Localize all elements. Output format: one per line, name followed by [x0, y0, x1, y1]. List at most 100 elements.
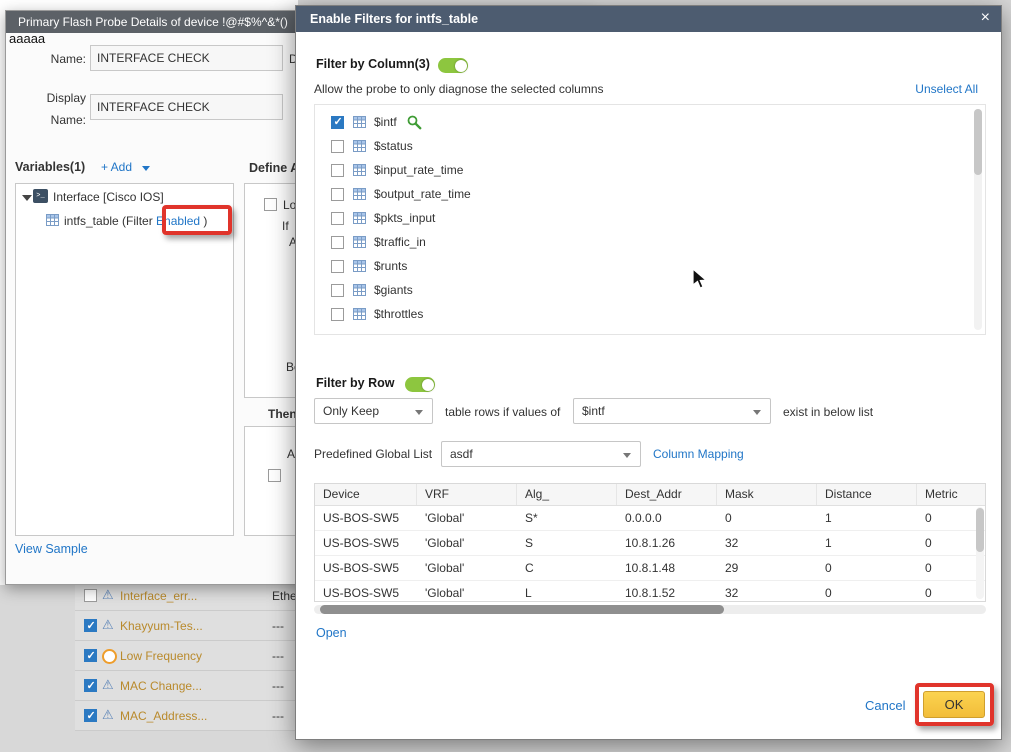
alert-interface-value: --- — [272, 679, 284, 693]
add-variable-button[interactable]: + Add — [101, 160, 132, 174]
alert-type-icon — [102, 617, 118, 633]
filter-by-row-heading: Filter by Row — [316, 376, 394, 390]
column-checkbox[interactable] — [331, 164, 344, 177]
scrollbar-thumb[interactable] — [976, 508, 984, 552]
alert-row[interactable]: Low Frequency --- — [75, 641, 305, 671]
column-filter-row[interactable]: $pkts_input — [315, 206, 985, 230]
scrollbar-thumb[interactable] — [974, 109, 982, 175]
table-cell: 'Global' — [417, 581, 517, 602]
alert-checkbox[interactable] — [84, 589, 97, 602]
table-icon — [46, 214, 59, 229]
then-label: Then — [268, 407, 297, 421]
filter-by-row-toggle[interactable] — [405, 377, 435, 392]
select-value: Only Keep — [323, 404, 379, 418]
tree-expander-icon[interactable] — [22, 195, 32, 201]
column-checkbox[interactable] — [331, 308, 344, 321]
table-column-header: Metric — [917, 484, 986, 505]
column-filter-row[interactable]: $giants — [315, 278, 985, 302]
alert-name[interactable]: Khayyum-Tes... — [120, 619, 203, 633]
table-column-icon — [353, 116, 366, 128]
column-name: $status — [374, 139, 413, 153]
column-filter-row[interactable]: $throttles — [315, 302, 985, 326]
alert-interface-value: --- — [272, 619, 284, 633]
scrollbar-track[interactable] — [976, 507, 984, 599]
chevron-down-icon — [753, 410, 761, 415]
table-cell: 32 — [717, 531, 817, 555]
row-filter-column-select[interactable]: $intf — [573, 398, 771, 424]
cancel-button[interactable]: Cancel — [865, 698, 905, 713]
open-link[interactable]: Open — [316, 626, 347, 640]
ok-button[interactable]: OK — [923, 691, 985, 718]
table-column-icon — [353, 284, 366, 296]
close-icon[interactable]: × — [981, 9, 990, 27]
column-checkbox[interactable] — [331, 116, 344, 129]
row-filter-mode-select[interactable]: Only Keep — [314, 398, 433, 424]
column-mapping-link[interactable]: Column Mapping — [653, 447, 744, 461]
variables-tree-panel: >_ Interface [Cisco IOS] intfs_table (Fi… — [15, 183, 234, 536]
table-column-icon — [353, 308, 366, 320]
view-sample-link[interactable]: View Sample — [15, 542, 88, 556]
column-filter-row[interactable]: $runts — [315, 254, 985, 278]
table-cell: 0 — [817, 556, 917, 580]
filter-by-column-description: Allow the probe to only diagnose the sel… — [314, 82, 604, 96]
filter-enabled-link[interactable]: Enabled — [156, 214, 200, 228]
scrollbar-track[interactable] — [974, 109, 982, 330]
table-row[interactable]: US-BOS-SW5'Global'S*0.0.0.0010 — [315, 506, 985, 531]
alert-type-icon — [102, 587, 118, 603]
alert-row[interactable]: MAC Change... --- — [75, 671, 305, 701]
column-filter-row[interactable]: $traffic_in — [315, 230, 985, 254]
table-row[interactable]: US-BOS-SW5'Global'S10.8.1.263210 — [315, 531, 985, 556]
column-name: $pkts_input — [374, 211, 435, 225]
column-checkbox[interactable] — [331, 140, 344, 153]
select-value: $intf — [582, 404, 605, 418]
horizontal-scrollbar-thumb[interactable] — [320, 605, 724, 614]
table-column-icon — [353, 260, 366, 272]
table-cell: 0.0.0.0 — [617, 506, 717, 530]
table-row[interactable]: US-BOS-SW5'Global'L10.8.1.523200 — [315, 581, 985, 602]
column-checkbox[interactable] — [331, 284, 344, 297]
alert-checkbox[interactable] — [84, 679, 97, 692]
alert-row[interactable]: Interface_err... Ethern... — [75, 581, 305, 611]
alert-checkbox-fragment[interactable] — [268, 469, 281, 482]
alert-checkbox[interactable] — [84, 709, 97, 722]
display-name-input[interactable]: INTERFACE CHECK — [90, 94, 283, 120]
name-input[interactable]: INTERFACE CHECK — [90, 45, 283, 71]
alert-row[interactable]: MAC_Address... --- — [75, 701, 305, 731]
column-checkbox[interactable] — [331, 212, 344, 225]
variables-heading: Variables(1) — [15, 160, 85, 174]
tree-item-intfs-table[interactable]: intfs_table (Filter Enabled ) — [64, 214, 207, 228]
filter-prefix-text: intfs_table (Filter — [64, 214, 156, 228]
alert-row[interactable]: Khayyum-Tes... --- — [75, 611, 305, 641]
column-filter-row[interactable]: $input_rate_time — [315, 158, 985, 182]
table-cell: 0 — [817, 581, 917, 602]
column-checkbox[interactable] — [331, 260, 344, 273]
predefined-global-list-select[interactable]: asdf — [441, 441, 641, 467]
column-name: $giants — [374, 283, 413, 297]
column-filter-row[interactable]: $intf — [315, 110, 985, 134]
alert-name[interactable]: MAC_Address... — [120, 709, 207, 723]
chevron-down-icon[interactable] — [142, 166, 150, 171]
column-checkbox[interactable] — [331, 188, 344, 201]
alert-name[interactable]: MAC Change... — [120, 679, 202, 693]
alert-type-icon — [102, 707, 118, 723]
unselect-all-link[interactable]: Unselect All — [915, 82, 978, 96]
alert-name[interactable]: Low Frequency — [120, 649, 202, 663]
filter-by-column-toggle[interactable] — [438, 58, 468, 73]
table-cell: S* — [517, 506, 617, 530]
lock-checkbox[interactable] — [264, 198, 277, 211]
column-filter-row[interactable]: $status — [315, 134, 985, 158]
alert-interface-value: --- — [272, 649, 284, 663]
column-checkbox[interactable] — [331, 236, 344, 249]
alert-name[interactable]: Interface_err... — [120, 589, 197, 603]
column-filter-row[interactable]: $output_rate_time — [315, 182, 985, 206]
page: Interface_err... Ethern... Khayyum-Tes..… — [0, 0, 1011, 752]
table-row[interactable]: US-BOS-SW5'Global'C10.8.1.482900 — [315, 556, 985, 581]
horizontal-scrollbar-track[interactable] — [314, 605, 986, 614]
table-cell: 1 — [817, 506, 917, 530]
alert-checkbox[interactable] — [84, 619, 97, 632]
alert-interface-value: --- — [272, 709, 284, 723]
tree-item-interface[interactable]: Interface [Cisco IOS] — [53, 190, 164, 204]
lookup-icon[interactable] — [407, 115, 422, 130]
table-column-header: Alg_ — [517, 484, 617, 505]
alert-checkbox[interactable] — [84, 649, 97, 662]
